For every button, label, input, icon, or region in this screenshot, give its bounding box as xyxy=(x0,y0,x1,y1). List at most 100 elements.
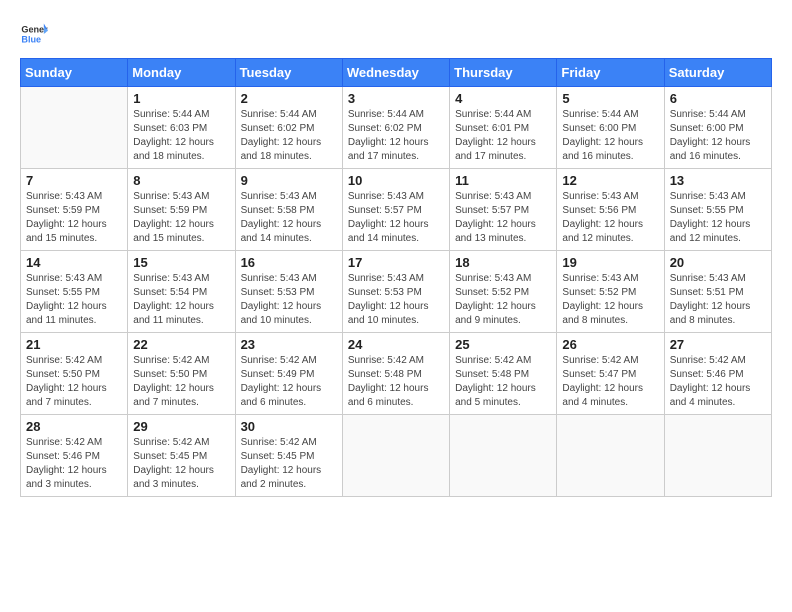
day-info: Sunrise: 5:43 AM Sunset: 5:53 PM Dayligh… xyxy=(348,272,444,328)
calendar-cell: 4 Sunrise: 5:44 AM Sunset: 6:01 PM Daylig… xyxy=(450,87,557,169)
calendar-cell: 14 Sunrise: 5:43 AM Sunset: 5:55 PM Dayli… xyxy=(21,251,128,333)
calendar-cell xyxy=(557,415,664,497)
weekday-header-sunday: Sunday xyxy=(21,59,128,87)
day-number: 25 xyxy=(455,337,551,352)
day-number: 27 xyxy=(670,337,766,352)
calendar-cell: 12 Sunrise: 5:43 AM Sunset: 5:56 PM Dayli… xyxy=(557,169,664,251)
day-info: Sunrise: 5:43 AM Sunset: 5:57 PM Dayligh… xyxy=(455,190,551,246)
day-info: Sunrise: 5:42 AM Sunset: 5:50 PM Dayligh… xyxy=(26,354,122,410)
day-number: 14 xyxy=(26,255,122,270)
day-number: 24 xyxy=(348,337,444,352)
day-number: 26 xyxy=(562,337,658,352)
day-info: Sunrise: 5:44 AM Sunset: 6:02 PM Dayligh… xyxy=(241,108,337,164)
day-info: Sunrise: 5:42 AM Sunset: 5:48 PM Dayligh… xyxy=(348,354,444,410)
calendar-cell: 3 Sunrise: 5:44 AM Sunset: 6:02 PM Daylig… xyxy=(342,87,449,169)
day-number: 15 xyxy=(133,255,229,270)
weekday-header-row: SundayMondayTuesdayWednesdayThursdayFrid… xyxy=(21,59,772,87)
day-info: Sunrise: 5:44 AM Sunset: 6:03 PM Dayligh… xyxy=(133,108,229,164)
day-info: Sunrise: 5:42 AM Sunset: 5:50 PM Dayligh… xyxy=(133,354,229,410)
calendar-cell: 21 Sunrise: 5:42 AM Sunset: 5:50 PM Dayli… xyxy=(21,333,128,415)
day-number: 17 xyxy=(348,255,444,270)
day-number: 9 xyxy=(241,173,337,188)
day-number: 22 xyxy=(133,337,229,352)
calendar-cell: 20Sunrise: 5:43 AM Sunset: 5:51 PM Dayli… xyxy=(664,251,771,333)
calendar-cell: 13 Sunrise: 5:43 AM Sunset: 5:55 PM Dayli… xyxy=(664,169,771,251)
day-info: Sunrise: 5:43 AM Sunset: 5:59 PM Dayligh… xyxy=(26,190,122,246)
day-number: 13 xyxy=(670,173,766,188)
day-number: 21 xyxy=(26,337,122,352)
calendar-cell: 16 Sunrise: 5:43 AM Sunset: 5:53 PM Dayli… xyxy=(235,251,342,333)
day-info: Sunrise: 5:42 AM Sunset: 5:46 PM Dayligh… xyxy=(26,436,122,492)
day-number: 28 xyxy=(26,419,122,434)
day-info: Sunrise: 5:43 AM Sunset: 5:56 PM Dayligh… xyxy=(562,190,658,246)
calendar-cell xyxy=(450,415,557,497)
day-number: 19 xyxy=(562,255,658,270)
day-info: Sunrise: 5:43 AM Sunset: 5:53 PM Dayligh… xyxy=(241,272,337,328)
day-info: Sunrise: 5:44 AM Sunset: 6:01 PM Dayligh… xyxy=(455,108,551,164)
day-number: 20 xyxy=(670,255,766,270)
day-info: Sunrise: 5:43 AM Sunset: 5:54 PM Dayligh… xyxy=(133,272,229,328)
calendar-cell: 18 Sunrise: 5:43 AM Sunset: 5:52 PM Dayli… xyxy=(450,251,557,333)
calendar-cell: 30 Sunrise: 5:42 AM Sunset: 5:45 PM Dayli… xyxy=(235,415,342,497)
day-number: 18 xyxy=(455,255,551,270)
calendar-cell: 8Sunrise: 5:43 AM Sunset: 5:59 PM Daylig… xyxy=(128,169,235,251)
calendar-cell: 1 Sunrise: 5:44 AM Sunset: 6:03 PM Daylig… xyxy=(128,87,235,169)
calendar-cell: 9Sunrise: 5:43 AM Sunset: 5:58 PM Daylig… xyxy=(235,169,342,251)
day-info: Sunrise: 5:43 AM Sunset: 5:52 PM Dayligh… xyxy=(562,272,658,328)
day-number: 29 xyxy=(133,419,229,434)
day-number: 4 xyxy=(455,91,551,106)
calendar-cell: 10 Sunrise: 5:43 AM Sunset: 5:57 PM Dayli… xyxy=(342,169,449,251)
logo-icon: General Blue xyxy=(20,20,48,48)
day-number: 5 xyxy=(562,91,658,106)
day-info: Sunrise: 5:44 AM Sunset: 6:00 PM Dayligh… xyxy=(562,108,658,164)
calendar-cell: 11 Sunrise: 5:43 AM Sunset: 5:57 PM Dayli… xyxy=(450,169,557,251)
day-number: 6 xyxy=(670,91,766,106)
calendar-cell: 22 Sunrise: 5:42 AM Sunset: 5:50 PM Dayli… xyxy=(128,333,235,415)
day-number: 3 xyxy=(348,91,444,106)
week-row-5: 28 Sunrise: 5:42 AM Sunset: 5:46 PM Dayli… xyxy=(21,415,772,497)
calendar-cell: 5 Sunrise: 5:44 AM Sunset: 6:00 PM Daylig… xyxy=(557,87,664,169)
day-info: Sunrise: 5:42 AM Sunset: 5:45 PM Dayligh… xyxy=(133,436,229,492)
day-number: 12 xyxy=(562,173,658,188)
day-info: Sunrise: 5:42 AM Sunset: 5:49 PM Dayligh… xyxy=(241,354,337,410)
day-number: 16 xyxy=(241,255,337,270)
day-number: 7 xyxy=(26,173,122,188)
calendar-cell: 19 Sunrise: 5:43 AM Sunset: 5:52 PM Dayli… xyxy=(557,251,664,333)
calendar-cell: 23Sunrise: 5:42 AM Sunset: 5:49 PM Dayli… xyxy=(235,333,342,415)
week-row-1: 1 Sunrise: 5:44 AM Sunset: 6:03 PM Daylig… xyxy=(21,87,772,169)
day-number: 1 xyxy=(133,91,229,106)
day-info: Sunrise: 5:43 AM Sunset: 5:52 PM Dayligh… xyxy=(455,272,551,328)
calendar-table: SundayMondayTuesdayWednesdayThursdayFrid… xyxy=(20,58,772,497)
day-info: Sunrise: 5:42 AM Sunset: 5:45 PM Dayligh… xyxy=(241,436,337,492)
day-info: Sunrise: 5:42 AM Sunset: 5:46 PM Dayligh… xyxy=(670,354,766,410)
calendar-cell xyxy=(664,415,771,497)
calendar-cell: 28 Sunrise: 5:42 AM Sunset: 5:46 PM Dayli… xyxy=(21,415,128,497)
day-info: Sunrise: 5:43 AM Sunset: 5:55 PM Dayligh… xyxy=(670,190,766,246)
calendar-cell: 25 Sunrise: 5:42 AM Sunset: 5:48 PM Dayli… xyxy=(450,333,557,415)
weekday-header-monday: Monday xyxy=(128,59,235,87)
day-number: 2 xyxy=(241,91,337,106)
calendar-cell: 27 Sunrise: 5:42 AM Sunset: 5:46 PM Dayli… xyxy=(664,333,771,415)
day-info: Sunrise: 5:44 AM Sunset: 6:02 PM Dayligh… xyxy=(348,108,444,164)
day-info: Sunrise: 5:43 AM Sunset: 5:57 PM Dayligh… xyxy=(348,190,444,246)
day-info: Sunrise: 5:44 AM Sunset: 6:00 PM Dayligh… xyxy=(670,108,766,164)
day-info: Sunrise: 5:43 AM Sunset: 5:59 PM Dayligh… xyxy=(133,190,229,246)
day-number: 10 xyxy=(348,173,444,188)
calendar-cell: 26Sunrise: 5:42 AM Sunset: 5:47 PM Dayli… xyxy=(557,333,664,415)
calendar-cell: 7 Sunrise: 5:43 AM Sunset: 5:59 PM Daylig… xyxy=(21,169,128,251)
day-info: Sunrise: 5:43 AM Sunset: 5:55 PM Dayligh… xyxy=(26,272,122,328)
week-row-4: 21 Sunrise: 5:42 AM Sunset: 5:50 PM Dayli… xyxy=(21,333,772,415)
weekday-header-tuesday: Tuesday xyxy=(235,59,342,87)
weekday-header-wednesday: Wednesday xyxy=(342,59,449,87)
day-number: 11 xyxy=(455,173,551,188)
weekday-header-saturday: Saturday xyxy=(664,59,771,87)
weekday-header-thursday: Thursday xyxy=(450,59,557,87)
week-row-3: 14 Sunrise: 5:43 AM Sunset: 5:55 PM Dayli… xyxy=(21,251,772,333)
logo: General Blue xyxy=(20,20,54,48)
svg-text:Blue: Blue xyxy=(21,34,41,44)
weekday-header-friday: Friday xyxy=(557,59,664,87)
calendar-cell: 2 Sunrise: 5:44 AM Sunset: 6:02 PM Daylig… xyxy=(235,87,342,169)
day-info: Sunrise: 5:42 AM Sunset: 5:48 PM Dayligh… xyxy=(455,354,551,410)
calendar-cell: 17 Sunrise: 5:43 AM Sunset: 5:53 PM Dayli… xyxy=(342,251,449,333)
day-number: 30 xyxy=(241,419,337,434)
